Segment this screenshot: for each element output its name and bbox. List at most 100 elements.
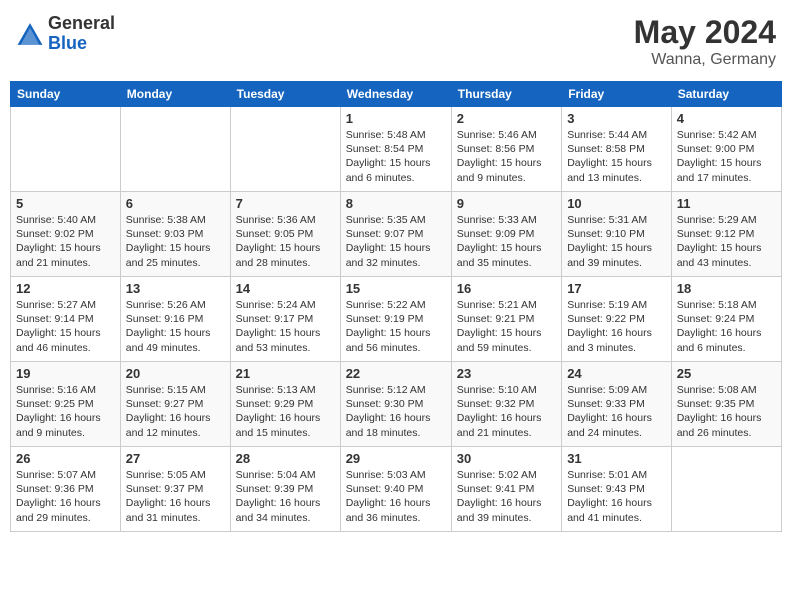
day-number: 20: [126, 366, 225, 381]
day-cell: 10Sunrise: 5:31 AM Sunset: 9:10 PM Dayli…: [562, 192, 672, 277]
day-info: Sunrise: 5:10 AM Sunset: 9:32 PM Dayligh…: [457, 383, 556, 440]
week-row-0: 1 Sunrise: 5:48 AM Sunset: 8:54 PM Daylig…: [11, 107, 782, 192]
day-cell: 25Sunrise: 5:08 AM Sunset: 9:35 PM Dayli…: [671, 362, 781, 447]
day-info: Sunrise: 5:42 AM Sunset: 9:00 PM Dayligh…: [677, 128, 776, 185]
weekday-header-friday: Friday: [562, 82, 672, 107]
day-info: Sunrise: 5:03 AM Sunset: 9:40 PM Dayligh…: [346, 468, 446, 525]
day-number: 18: [677, 281, 776, 296]
day-number: 7: [236, 196, 335, 211]
day-number: 31: [567, 451, 666, 466]
day-cell: 1 Sunrise: 5:48 AM Sunset: 8:54 PM Daylig…: [340, 107, 451, 192]
week-row-1: 5 Sunrise: 5:40 AM Sunset: 9:02 PM Daylig…: [11, 192, 782, 277]
day-info: Sunrise: 5:29 AM Sunset: 9:12 PM Dayligh…: [677, 213, 776, 270]
day-cell: 2 Sunrise: 5:46 AM Sunset: 8:56 PM Daylig…: [451, 107, 561, 192]
day-info: Sunrise: 5:05 AM Sunset: 9:37 PM Dayligh…: [126, 468, 225, 525]
day-info: Sunrise: 5:12 AM Sunset: 9:30 PM Dayligh…: [346, 383, 446, 440]
day-number: 30: [457, 451, 556, 466]
location-title: Wanna, Germany: [634, 51, 776, 69]
day-number: 10: [567, 196, 666, 211]
logo-blue: Blue: [48, 33, 87, 53]
day-cell: 18 Sunrise: 5:18 AM Sunset: 9:24 PM Dayli…: [671, 277, 781, 362]
day-info: Sunrise: 5:04 AM Sunset: 9:39 PM Dayligh…: [236, 468, 335, 525]
day-cell: [120, 107, 230, 192]
logo-general: General: [48, 13, 115, 33]
weekday-header-saturday: Saturday: [671, 82, 781, 107]
day-info: Sunrise: 5:27 AM Sunset: 9:14 PM Dayligh…: [16, 298, 115, 355]
day-cell: 9 Sunrise: 5:33 AM Sunset: 9:09 PM Daylig…: [451, 192, 561, 277]
day-info: Sunrise: 5:48 AM Sunset: 8:54 PM Dayligh…: [346, 128, 446, 185]
day-cell: [11, 107, 121, 192]
day-cell: 14Sunrise: 5:24 AM Sunset: 9:17 PM Dayli…: [230, 277, 340, 362]
day-cell: 24 Sunrise: 5:09 AM Sunset: 9:33 PM Dayli…: [562, 362, 672, 447]
day-cell: 8 Sunrise: 5:35 AM Sunset: 9:07 PM Daylig…: [340, 192, 451, 277]
weekday-header-thursday: Thursday: [451, 82, 561, 107]
day-number: 4: [677, 111, 776, 126]
day-cell: 28Sunrise: 5:04 AM Sunset: 9:39 PM Dayli…: [230, 447, 340, 532]
day-number: 8: [346, 196, 446, 211]
weekday-header-sunday: Sunday: [11, 82, 121, 107]
day-number: 24: [567, 366, 666, 381]
day-cell: 23 Sunrise: 5:10 AM Sunset: 9:32 PM Dayli…: [451, 362, 561, 447]
day-number: 23: [457, 366, 556, 381]
day-number: 26: [16, 451, 115, 466]
logo-icon: [16, 20, 44, 48]
day-cell: 22 Sunrise: 5:12 AM Sunset: 9:30 PM Dayli…: [340, 362, 451, 447]
day-info: Sunrise: 5:38 AM Sunset: 9:03 PM Dayligh…: [126, 213, 225, 270]
day-number: 16: [457, 281, 556, 296]
day-cell: 30 Sunrise: 5:02 AM Sunset: 9:41 PM Dayli…: [451, 447, 561, 532]
day-number: 5: [16, 196, 115, 211]
week-row-4: 26 Sunrise: 5:07 AM Sunset: 9:36 PM Dayli…: [11, 447, 782, 532]
day-info: Sunrise: 5:18 AM Sunset: 9:24 PM Dayligh…: [677, 298, 776, 355]
day-number: 2: [457, 111, 556, 126]
day-cell: 12 Sunrise: 5:27 AM Sunset: 9:14 PM Dayli…: [11, 277, 121, 362]
day-number: 27: [126, 451, 225, 466]
day-number: 19: [16, 366, 115, 381]
day-cell: 19 Sunrise: 5:16 AM Sunset: 9:25 PM Dayli…: [11, 362, 121, 447]
day-cell: 13 Sunrise: 5:26 AM Sunset: 9:16 PM Dayli…: [120, 277, 230, 362]
day-info: Sunrise: 5:44 AM Sunset: 8:58 PM Dayligh…: [567, 128, 666, 185]
weekday-header-row: SundayMondayTuesdayWednesdayThursdayFrid…: [11, 82, 782, 107]
week-row-2: 12 Sunrise: 5:27 AM Sunset: 9:14 PM Dayli…: [11, 277, 782, 362]
calendar-table: SundayMondayTuesdayWednesdayThursdayFrid…: [10, 81, 782, 532]
day-number: 12: [16, 281, 115, 296]
weekday-header-monday: Monday: [120, 82, 230, 107]
week-row-3: 19 Sunrise: 5:16 AM Sunset: 9:25 PM Dayli…: [11, 362, 782, 447]
day-info: Sunrise: 5:02 AM Sunset: 9:41 PM Dayligh…: [457, 468, 556, 525]
day-number: 22: [346, 366, 446, 381]
day-info: Sunrise: 5:15 AM Sunset: 9:27 PM Dayligh…: [126, 383, 225, 440]
day-info: Sunrise: 5:01 AM Sunset: 9:43 PM Dayligh…: [567, 468, 666, 525]
day-cell: 27 Sunrise: 5:05 AM Sunset: 9:37 PM Dayli…: [120, 447, 230, 532]
day-info: Sunrise: 5:33 AM Sunset: 9:09 PM Dayligh…: [457, 213, 556, 270]
day-cell: 31 Sunrise: 5:01 AM Sunset: 9:43 PM Dayli…: [562, 447, 672, 532]
day-info: Sunrise: 5:40 AM Sunset: 9:02 PM Dayligh…: [16, 213, 115, 270]
day-number: 11: [677, 196, 776, 211]
day-info: Sunrise: 5:24 AM Sunset: 9:17 PM Dayligh…: [236, 298, 335, 355]
day-number: 15: [346, 281, 446, 296]
day-cell: 5 Sunrise: 5:40 AM Sunset: 9:02 PM Daylig…: [11, 192, 121, 277]
day-cell: [230, 107, 340, 192]
month-title: May 2024: [634, 14, 776, 51]
day-cell: 29 Sunrise: 5:03 AM Sunset: 9:40 PM Dayli…: [340, 447, 451, 532]
day-number: 6: [126, 196, 225, 211]
weekday-header-tuesday: Tuesday: [230, 82, 340, 107]
day-info: Sunrise: 5:08 AM Sunset: 9:35 PM Dayligh…: [677, 383, 776, 440]
day-number: 1: [346, 111, 446, 126]
day-info: Sunrise: 5:16 AM Sunset: 9:25 PM Dayligh…: [16, 383, 115, 440]
day-number: 13: [126, 281, 225, 296]
day-info: Sunrise: 5:26 AM Sunset: 9:16 PM Dayligh…: [126, 298, 225, 355]
day-info: Sunrise: 5:13 AM Sunset: 9:29 PM Dayligh…: [236, 383, 335, 440]
day-info: Sunrise: 5:07 AM Sunset: 9:36 PM Dayligh…: [16, 468, 115, 525]
day-info: Sunrise: 5:09 AM Sunset: 9:33 PM Dayligh…: [567, 383, 666, 440]
day-cell: 26 Sunrise: 5:07 AM Sunset: 9:36 PM Dayli…: [11, 447, 121, 532]
day-number: 9: [457, 196, 556, 211]
day-cell: [671, 447, 781, 532]
day-number: 3: [567, 111, 666, 126]
day-cell: 15Sunrise: 5:22 AM Sunset: 9:19 PM Dayli…: [340, 277, 451, 362]
day-cell: 17Sunrise: 5:19 AM Sunset: 9:22 PM Dayli…: [562, 277, 672, 362]
weekday-header-wednesday: Wednesday: [340, 82, 451, 107]
day-cell: 7Sunrise: 5:36 AM Sunset: 9:05 PM Daylig…: [230, 192, 340, 277]
day-info: Sunrise: 5:35 AM Sunset: 9:07 PM Dayligh…: [346, 213, 446, 270]
day-cell: 4 Sunrise: 5:42 AM Sunset: 9:00 PM Daylig…: [671, 107, 781, 192]
day-number: 29: [346, 451, 446, 466]
day-info: Sunrise: 5:46 AM Sunset: 8:56 PM Dayligh…: [457, 128, 556, 185]
